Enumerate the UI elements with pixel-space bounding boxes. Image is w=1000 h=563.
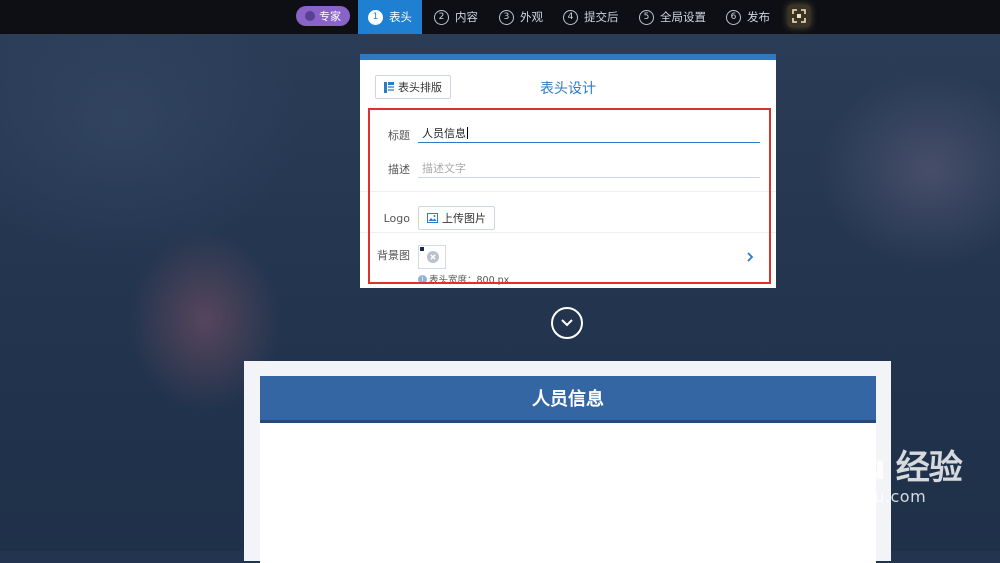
- step-number: 1: [368, 9, 383, 25]
- toggle-knob: [305, 11, 315, 21]
- step-number: 5: [639, 9, 654, 25]
- scroll-down-button[interactable]: [551, 307, 583, 339]
- header-width-text: 表头宽度：800 px: [429, 275, 510, 286]
- expert-mode-label: 专家: [319, 10, 341, 23]
- chevron-down-icon: [561, 319, 573, 327]
- thumbnail-preview: [420, 247, 424, 251]
- description-placeholder: 描述文字: [422, 161, 466, 175]
- divider: [360, 232, 776, 233]
- step-tab-appearance[interactable]: 3 外观: [499, 0, 543, 34]
- fullscreen-icon: [792, 9, 806, 23]
- step-tab-global-settings[interactable]: 5 全局设置: [639, 0, 706, 34]
- image-icon: [427, 213, 438, 223]
- baidu-jingyan-watermark: Bai du 经验 jingyan.baidu.com: [770, 440, 963, 506]
- step-label: 发布: [747, 10, 770, 24]
- upload-logo-button[interactable]: 上传图片: [418, 206, 495, 230]
- title-input[interactable]: 人员信息: [418, 123, 760, 143]
- divider: [360, 191, 776, 192]
- info-icon: i: [418, 274, 427, 284]
- preview-header-title: 人员信息: [532, 389, 604, 410]
- step-label: 内容: [455, 10, 478, 24]
- close-circle-icon[interactable]: [427, 251, 439, 263]
- logo-label: Logo: [383, 212, 410, 225]
- header-width-hint: i 表头宽度：800 px: [418, 272, 509, 286]
- description-input[interactable]: 描述文字: [418, 158, 760, 178]
- step-number: 4: [563, 9, 578, 25]
- step-number: 2: [434, 9, 449, 25]
- background-image-thumbnail[interactable]: [418, 245, 446, 269]
- header-layout-label: 表头排版: [398, 81, 442, 94]
- preview-header[interactable]: 人员信息: [260, 376, 876, 423]
- step-label: 提交后: [584, 10, 619, 24]
- description-label: 描述: [388, 163, 410, 176]
- watermark-url: jingyan.baidu.com: [770, 487, 927, 506]
- step-label: 全局设置: [660, 10, 706, 24]
- step-tab-publish[interactable]: 6 发布: [726, 0, 770, 34]
- step-tab-content[interactable]: 2 内容: [434, 0, 478, 34]
- step-number: 6: [726, 9, 741, 25]
- upload-logo-label: 上传图片: [442, 212, 486, 225]
- header-layout-button[interactable]: 表头排版: [375, 75, 451, 99]
- step-tab-after-submit[interactable]: 4 提交后: [563, 0, 619, 34]
- top-navigation-bar: 专家 1 表头 2 内容 3 外观 4 提交后 5 全局设置 6 发布: [0, 0, 1000, 34]
- expert-mode-toggle[interactable]: 专家: [296, 6, 350, 26]
- text-cursor: [467, 126, 468, 139]
- step-label: 外观: [520, 10, 543, 24]
- title-input-value: 人员信息: [422, 126, 466, 140]
- step-tab-header[interactable]: 1 表头: [358, 0, 422, 34]
- title-label: 标题: [388, 129, 410, 142]
- header-design-panel: 表头排版 表头设计 标题 人员信息 描述 描述文字 Logo 上传图片 背景图 …: [360, 54, 776, 288]
- step-number: 3: [499, 9, 514, 25]
- layout-icon: [384, 81, 394, 93]
- background-image-label: 背景图: [377, 249, 410, 262]
- step-label: 表头: [389, 10, 412, 24]
- fullscreen-button[interactable]: [788, 5, 810, 27]
- watermark-brand: Bai du 经验: [770, 448, 963, 488]
- chevron-right-icon[interactable]: [744, 250, 756, 264]
